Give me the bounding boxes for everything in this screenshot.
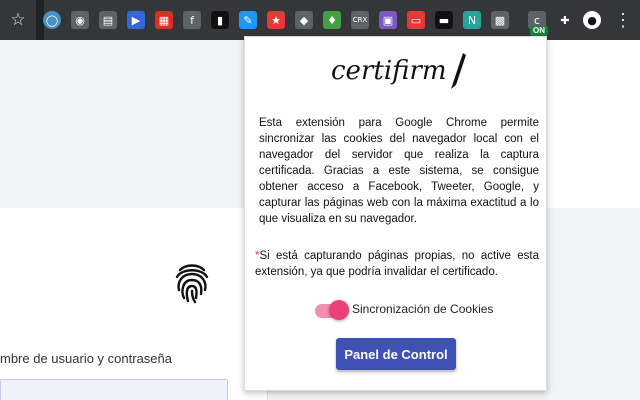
browser-menu-icon[interactable]: ⋮: [614, 10, 632, 30]
certifirm-popup: certifirm Esta extensión para Google Chr…: [244, 36, 547, 391]
warning-note: *Si está capturando páginas propias, no …: [255, 248, 539, 280]
leaf-extension-icon[interactable]: ♦: [323, 11, 341, 29]
n-extension-icon[interactable]: N: [463, 11, 481, 29]
extension-description: Esta extensión para Google Chrome permit…: [259, 117, 539, 225]
certifirm-logo: certifirm: [331, 53, 466, 89]
pen-icon: [453, 53, 466, 85]
toggle-knob: [329, 300, 349, 320]
window-extension-icon[interactable]: ▭: [407, 11, 425, 29]
camera-extension-icon[interactable]: ◉: [71, 11, 89, 29]
login-card: [0, 208, 268, 400]
logo-wordmark: certifirm: [331, 56, 447, 86]
circle-o-extension-icon[interactable]: ◯: [43, 11, 61, 29]
badge-extension-icon[interactable]: ★: [267, 11, 285, 29]
calendar-extension-icon[interactable]: ▦: [155, 11, 173, 29]
profile-avatar-icon[interactable]: ●: [583, 11, 601, 29]
cookie-sync-label: Sincronización de Cookies: [352, 302, 494, 316]
lightbulb-extension-icon[interactable]: ◆: [295, 11, 313, 29]
on-badge: ON: [530, 26, 548, 36]
crx-extension-icon[interactable]: CRX: [351, 11, 369, 29]
video-extension-icon[interactable]: ▶: [127, 11, 145, 29]
fingerprint-icon: [175, 264, 209, 304]
login-input-field[interactable]: [0, 379, 228, 400]
browser-toolbar: ☆ ◯ ◉ ▤ ▶ ▦ f ▮ ✎ ★ ◆ ♦ CRX ▣ ▭ ▬ N ▩ c ✚ ● ON ⋮: [0, 0, 640, 40]
formula-extension-icon[interactable]: f: [183, 11, 201, 29]
login-hint-text: mbre de usuario y contraseña: [0, 351, 172, 366]
bracket-extension-icon[interactable]: ▮: [211, 11, 229, 29]
control-panel-button[interactable]: Panel de Control: [336, 338, 456, 370]
puzzle-extensions-icon[interactable]: ✚: [556, 11, 574, 29]
terminal-extension-icon[interactable]: ▬: [435, 11, 453, 29]
page-header-area: [0, 40, 268, 208]
note-text: Si está capturando páginas propias, no a…: [255, 250, 539, 278]
eyedropper-extension-icon[interactable]: ✎: [239, 11, 257, 29]
cookie-sync-toggle[interactable]: [315, 300, 349, 320]
qr-extension-icon[interactable]: ▩: [491, 11, 509, 29]
square-extension-icon[interactable]: ▣: [379, 11, 397, 29]
bookmark-star-icon[interactable]: ☆: [8, 10, 28, 30]
document-extension-icon[interactable]: ▤: [99, 11, 117, 29]
